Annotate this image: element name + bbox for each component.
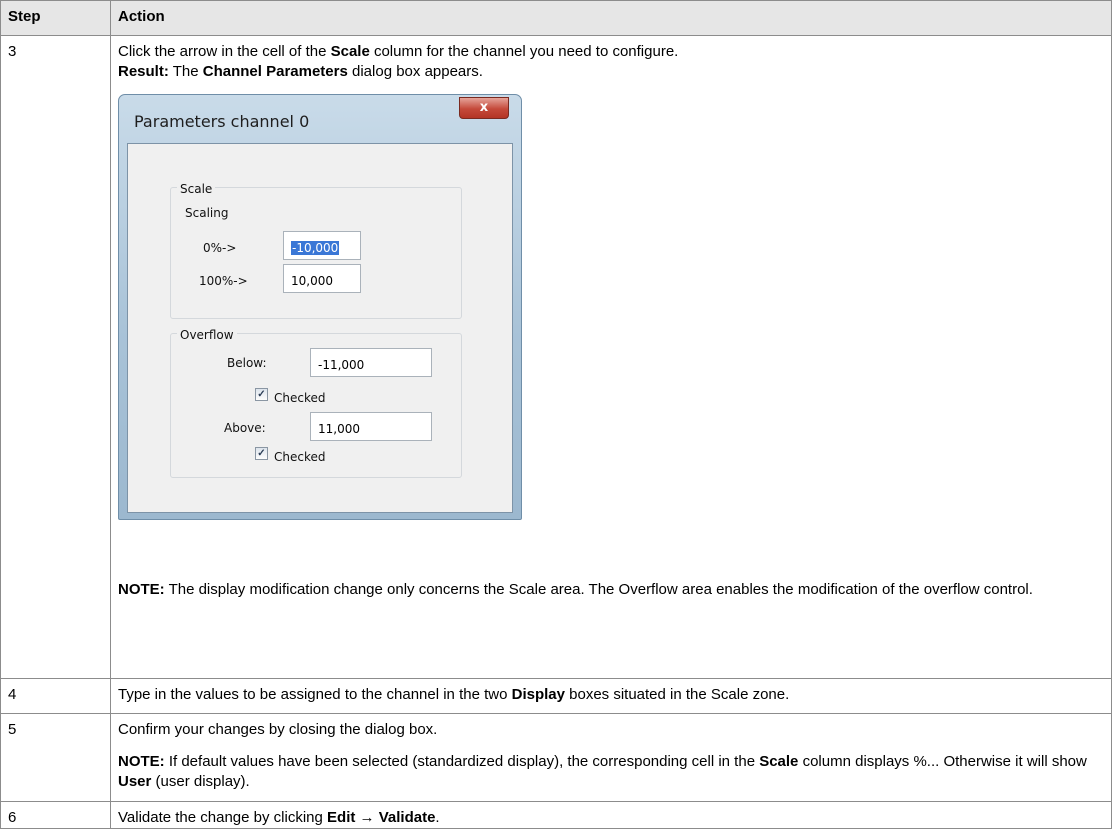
text-fragment: The display modification change only con…: [164, 581, 1033, 598]
note-text: NOTE: The display modification change on…: [118, 580, 1103, 600]
text-fragment: Click the arrow in the cell of the: [118, 43, 331, 60]
parameters-dialog-screenshot: Parameters channel 0 x Scale Scaling 0%-…: [118, 94, 522, 520]
below-checkbox[interactable]: ✓: [255, 388, 268, 401]
instruction-text: Click the arrow in the cell of the Scale…: [118, 42, 1103, 62]
above-label: Above:: [224, 421, 266, 435]
above-input[interactable]: 11,000: [310, 412, 432, 441]
scale-term: Scale: [759, 753, 799, 770]
step-number: 4: [0, 678, 111, 714]
text-fragment: Type in the values to be assigned to the…: [118, 686, 512, 703]
scale-group-label: Scale: [177, 179, 216, 199]
window-frame: Parameters channel 0 x Scale Scaling 0%-…: [118, 94, 522, 520]
zero-percent-input[interactable]: -10,000: [283, 231, 361, 260]
channel-parameters-term: Channel Parameters: [202, 63, 348, 80]
user-term: User: [118, 773, 152, 790]
window-title: Parameters channel 0: [134, 112, 310, 131]
text-fragment: column for the channel you need to confi…: [369, 43, 679, 60]
text-fragment: The: [168, 63, 203, 80]
step-number: 6: [0, 801, 111, 829]
step-action: Validate the change by clicking Edit → V…: [110, 801, 1112, 829]
text-fragment: .: [435, 809, 440, 826]
selected-value: -10,000: [291, 241, 340, 255]
step-action: Confirm your changes by closing the dial…: [110, 713, 1112, 802]
display-term: Display: [511, 686, 565, 703]
scale-group: Scale Scaling 0%-> -10,000 100%-> 10,000: [170, 179, 462, 319]
hundred-percent-label: 100%->: [199, 274, 248, 288]
text-fragment: dialog box appears.: [347, 63, 483, 80]
header-action: Action: [110, 0, 1112, 36]
procedure-table: Step Action 3 Click the arrow in the cel…: [0, 0, 1112, 829]
table-row: 4 Type in the values to be assigned to t…: [0, 678, 1112, 714]
hundred-percent-input[interactable]: 10,000: [283, 264, 361, 293]
table-row: 3 Click the arrow in the cell of the Sca…: [0, 35, 1112, 679]
note-label: NOTE:: [118, 581, 165, 598]
above-checkbox[interactable]: ✓: [255, 447, 268, 460]
overflow-group-label: Overflow: [177, 325, 237, 345]
above-checked-label: Checked: [274, 450, 326, 464]
below-checked-label: Checked: [274, 391, 326, 405]
step-number: 5: [0, 713, 111, 802]
header-step: Step: [0, 0, 111, 36]
scaling-label: Scaling: [185, 206, 229, 220]
text-fragment: If default values have been selected (st…: [164, 753, 760, 770]
instruction-text: Confirm your changes by closing the dial…: [118, 721, 438, 738]
arrow-icon: →: [355, 809, 379, 826]
note-text: NOTE: If default values have been select…: [118, 752, 1103, 792]
text-fragment: column displays %... Otherwise it will s…: [798, 753, 1087, 770]
scale-term: Scale: [330, 43, 370, 60]
below-label: Below:: [227, 356, 267, 370]
text-fragment: boxes situated in the Scale zone.: [564, 686, 790, 703]
text-fragment: Validate the change by clicking: [118, 809, 328, 826]
validate-menu-term: Validate: [378, 809, 436, 826]
zero-percent-label: 0%->: [203, 241, 237, 255]
result-text: Result: The Channel Parameters dialog bo…: [118, 62, 1103, 82]
step-action: Type in the values to be assigned to the…: [110, 678, 1112, 714]
text-fragment: (user display).: [151, 773, 250, 790]
result-label: Result:: [118, 63, 169, 80]
step-number: 3: [0, 35, 111, 679]
edit-menu-term: Edit: [327, 809, 356, 826]
note-label: NOTE:: [118, 753, 165, 770]
table-row: 6 Validate the change by clicking Edit →…: [0, 801, 1112, 829]
table-header-row: Step Action: [0, 0, 1112, 36]
table-row: 5 Confirm your changes by closing the di…: [0, 713, 1112, 802]
dialog-client-area: Scale Scaling 0%-> -10,000 100%-> 10,000…: [127, 143, 513, 513]
step-action: Click the arrow in the cell of the Scale…: [110, 35, 1112, 679]
below-input[interactable]: -11,000: [310, 348, 432, 377]
close-button[interactable]: x: [459, 97, 509, 119]
overflow-group: Overflow Below: -11,000 ✓ Checked Above:…: [170, 325, 462, 478]
